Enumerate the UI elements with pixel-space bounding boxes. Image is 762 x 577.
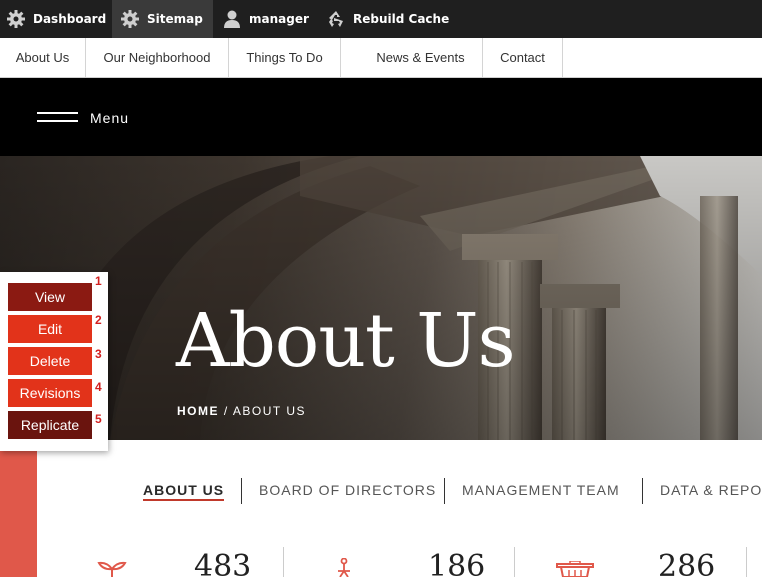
revisions-button[interactable]: Revisions	[8, 379, 92, 407]
menu-label: Menu	[90, 110, 130, 126]
gear-icon	[121, 10, 139, 28]
delete-button[interactable]: Delete	[8, 347, 92, 375]
view-button[interactable]: View	[8, 283, 92, 311]
site-header: Menu	[0, 78, 762, 156]
admin-item-label: Rebuild Cache	[353, 12, 450, 26]
stat-value: 483	[194, 549, 252, 577]
menu-button[interactable]: Menu	[37, 108, 129, 128]
nav-item-our-neighborhood[interactable]: Our Neighborhood	[86, 38, 229, 77]
hamburger-icon	[37, 112, 78, 124]
nav-item-contact[interactable]: Contact	[483, 38, 563, 77]
breadcrumb-home-link[interactable]: HOME	[177, 404, 219, 418]
trash-icon	[556, 561, 594, 577]
tab-divider	[241, 478, 242, 504]
nav-item-about-us[interactable]: About Us	[0, 38, 86, 77]
nav-item-label: Contact	[500, 50, 545, 65]
stat-divider	[746, 547, 747, 577]
tab-data-reports[interactable]: DATA & REPOR	[660, 482, 762, 498]
action-number: 1	[95, 274, 102, 288]
stat-divider	[514, 547, 515, 577]
admin-item-sitemap[interactable]: Sitemap	[112, 0, 213, 38]
action-number: 5	[95, 412, 102, 426]
sprout-icon	[97, 561, 127, 577]
edit-button[interactable]: Edit	[8, 315, 92, 343]
recycle-icon	[329, 11, 343, 27]
breadcrumb-separator: /	[223, 404, 229, 418]
nav-item-things-to-do[interactable]: Things To Do	[229, 38, 341, 77]
section-nav-bar: About Us Our Neighborhood Things To Do N…	[0, 38, 762, 78]
tab-about-us[interactable]: ABOUT US	[143, 482, 225, 501]
tab-divider	[444, 478, 445, 504]
breadcrumb: HOME / ABOUT US	[177, 404, 306, 418]
hero-banner: About Us HOME / ABOUT US	[0, 156, 762, 440]
tab-board-of-directors[interactable]: BOARD OF DIRECTORS	[259, 482, 436, 498]
admin-item-rebuild-cache[interactable]: Rebuild Cache	[326, 0, 449, 38]
admin-item-label: Dashboard	[33, 12, 107, 26]
nav-item-label: Things To Do	[246, 50, 323, 65]
action-number: 3	[95, 347, 102, 361]
action-number: 4	[95, 380, 102, 394]
admin-toolbar: Dashboard Sitemap manager Rebuild Cache	[0, 0, 762, 38]
breadcrumb-current: ABOUT US	[232, 404, 306, 418]
nav-item-label: Our Neighborhood	[103, 50, 211, 65]
admin-item-dashboard[interactable]: Dashboard	[6, 0, 106, 38]
action-number: 2	[95, 313, 102, 327]
section-tabs: ABOUT US BOARD OF DIRECTORS MANAGEMENT T…	[0, 470, 762, 510]
tab-divider	[642, 478, 643, 504]
stat-value: 286	[658, 549, 716, 577]
stat-divider	[283, 547, 284, 577]
nav-empty-area	[563, 38, 762, 77]
replicate-button[interactable]: Replicate	[8, 411, 92, 439]
user-icon	[224, 10, 240, 28]
tab-management-team[interactable]: MANAGEMENT TEAM	[462, 482, 620, 498]
admin-item-label: manager	[249, 12, 309, 26]
admin-item-label: Sitemap	[147, 12, 203, 26]
gear-icon	[7, 10, 25, 28]
stat-value: 186	[428, 549, 486, 577]
nav-item-label: News & Events	[376, 50, 465, 65]
nav-item-news-events[interactable]: News & Events	[341, 38, 483, 77]
page-actions-panel: View 1 Edit 2 Delete 3 Revisions 4 Repli…	[0, 272, 108, 451]
nav-item-label: About Us	[15, 50, 70, 65]
person-icon	[338, 558, 350, 577]
admin-item-user[interactable]: manager	[222, 0, 309, 38]
page-title: About Us	[176, 298, 516, 384]
